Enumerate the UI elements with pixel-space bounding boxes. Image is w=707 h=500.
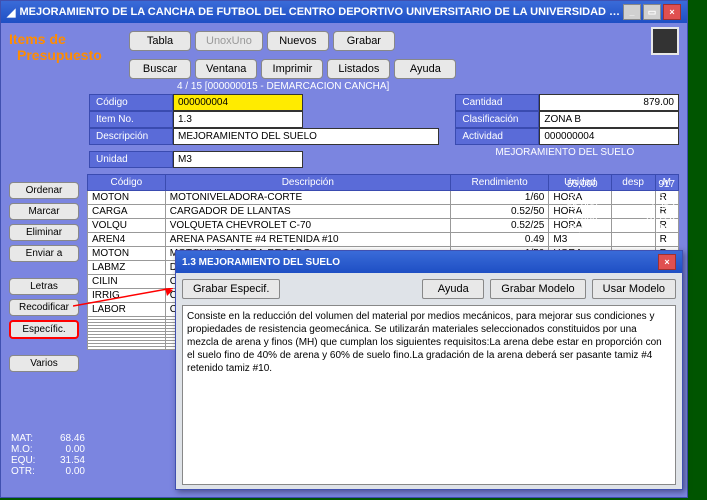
cantidad-input[interactable]: 879.00 [539, 94, 679, 111]
window-icon: ◢ [7, 6, 15, 19]
pager-text: 4 / 15 [000000015 - DEMARCACION CANCHA] [177, 81, 679, 92]
nuevos-button[interactable]: Nuevos [267, 31, 329, 51]
ventana-button[interactable]: Ventana [195, 59, 257, 79]
buscar-button[interactable]: Buscar [129, 59, 191, 79]
dialog-toolbar: Grabar Especif. Ayuda Grabar Modelo Usar… [182, 279, 676, 299]
letras-button[interactable]: Letras [9, 278, 79, 295]
tabla-button[interactable]: Tabla [129, 31, 191, 51]
window-title: MEJORAMIENTO DE LA CANCHA DE FUTBOL DEL … [19, 6, 623, 18]
right-col-row: 55,000572 [567, 190, 675, 201]
unidad-label: Unidad [89, 151, 173, 168]
main-titlebar: ◢ MEJORAMIENTO DE LA CANCHA DE FUTBOL DE… [1, 1, 687, 23]
itemno-input[interactable]: 1.3 [173, 111, 303, 128]
especific-dialog: 1.3 MEJORAMIENTO DEL SUELO × Grabar Espe… [175, 250, 683, 490]
recodificar-button[interactable]: Recodificar [9, 299, 79, 316]
codigo-label: Código [89, 94, 173, 111]
close-icon[interactable]: × [663, 4, 681, 20]
summary-row: M.O:0.00 [11, 444, 85, 455]
clasificacion-label: Clasificación [455, 111, 539, 128]
col-codigo[interactable]: Código [88, 175, 166, 191]
minimize-icon[interactable]: _ [623, 4, 641, 20]
summary-row: OTR:0.00 [11, 466, 85, 477]
right-columns: 55,00091755,00057265,0001,35228,00013,72… [567, 179, 675, 234]
grabar-especif-button[interactable]: Grabar Especif. [182, 279, 280, 299]
unoxuno-button[interactable]: UnoxUno [195, 31, 263, 51]
enviara-button[interactable]: Enviar a [9, 245, 79, 262]
right-col-row: 55,0001,100 [567, 223, 675, 234]
maximize-icon[interactable]: ▭ [643, 4, 661, 20]
app-icon [651, 27, 679, 55]
eliminar-button[interactable]: Eliminar [9, 224, 79, 241]
side-buttons: Ordenar Marcar Eliminar Enviar a Letras … [9, 174, 79, 372]
dialog-titlebar: 1.3 MEJORAMIENTO DEL SUELO × [176, 251, 682, 273]
actividad-input[interactable]: 000000004 [539, 128, 679, 145]
marcar-button[interactable]: Marcar [9, 203, 79, 220]
right-col-row: 55,000917 [567, 179, 675, 190]
col-rendimiento[interactable]: Rendimiento [450, 175, 549, 191]
descripcion-input[interactable]: MEJORAMIENTO DEL SUELO [173, 128, 439, 145]
right-col-row: 65,0001,352 [567, 201, 675, 212]
ayuda-button[interactable]: Ayuda [394, 59, 456, 79]
dialog-ayuda-button[interactable]: Ayuda [422, 279, 484, 299]
usar-modelo-button[interactable]: Usar Modelo [592, 279, 676, 299]
summary-row: EQU:31.54 [11, 455, 85, 466]
grabar-button[interactable]: Grabar [333, 31, 395, 51]
especific-textarea[interactable]: Consiste en la reducción del volumen del… [182, 305, 676, 485]
dialog-title: 1.3 MEJORAMIENTO DEL SUELO [182, 257, 658, 268]
varios-button[interactable]: Varios [9, 355, 79, 372]
descripcion-label: Descripción [89, 128, 173, 145]
summary-row: MAT:68.46 [11, 433, 85, 444]
panel-title: Items de Presupuesto [9, 27, 121, 79]
dialog-close-icon[interactable]: × [658, 254, 676, 270]
especific-button[interactable]: Específic. [9, 320, 79, 339]
grabar-modelo-button[interactable]: Grabar Modelo [490, 279, 585, 299]
subtitle-text: MEJORAMIENTO DEL SUELO [495, 147, 679, 158]
right-col-row: 28,00013,720 [567, 212, 675, 223]
table-row[interactable]: AREN4ARENA PASANTE #4 RETENIDA #100.49M3… [88, 233, 679, 247]
cantidad-label: Cantidad [455, 94, 539, 111]
toolbar: Tabla UnoxUno Nuevos Grabar Buscar Venta… [129, 27, 679, 79]
listados-button[interactable]: Listados [327, 59, 390, 79]
clasificacion-input[interactable]: ZONA B [539, 111, 679, 128]
imprimir-button[interactable]: Imprimir [261, 59, 323, 79]
panel-title-1: Items de [9, 31, 121, 47]
ordenar-button[interactable]: Ordenar [9, 182, 79, 199]
itemno-label: Item No. [89, 111, 173, 128]
summary-panel: MAT:68.46M.O:0.00EQU:31.54OTR:0.00 [11, 433, 85, 477]
actividad-label: Actividad [455, 128, 539, 145]
codigo-input[interactable]: 000000004 [173, 94, 303, 111]
col-descripcion[interactable]: Descripción [165, 175, 450, 191]
panel-title-2: Presupuesto [9, 47, 121, 63]
unidad-input[interactable]: M3 [173, 151, 303, 168]
